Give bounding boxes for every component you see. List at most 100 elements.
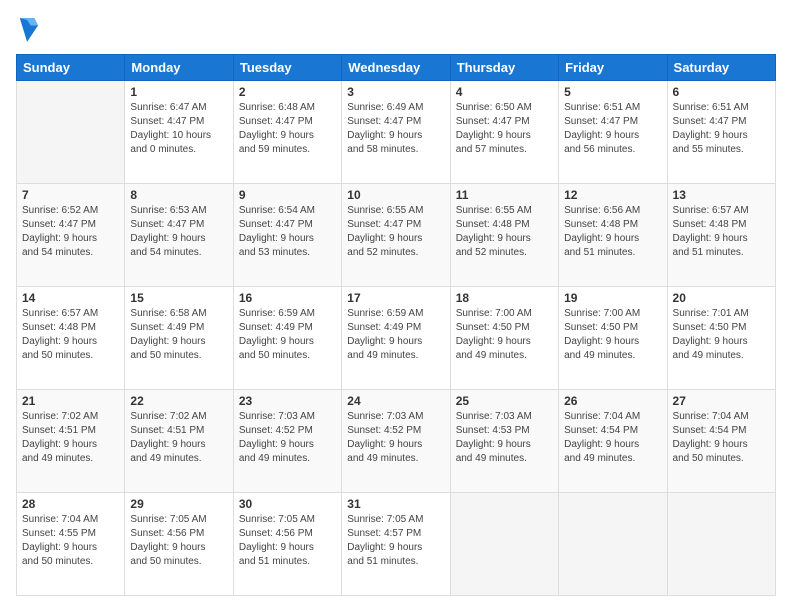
day-info: Sunrise: 7:02 AM Sunset: 4:51 PM Dayligh… [22, 410, 119, 466]
calendar-cell [17, 81, 125, 184]
day-info: Sunrise: 6:51 AM Sunset: 4:47 PM Dayligh… [673, 101, 770, 157]
day-number: 26 [564, 394, 661, 408]
calendar-cell: 9 Sunrise: 6:54 AM Sunset: 4:47 PM Daylig… [233, 184, 341, 287]
calendar-body: 1Sunrise: 6:47 AM Sunset: 4:47 PM Daylig… [17, 81, 776, 596]
day-number: 30 [239, 497, 336, 511]
day-info: Sunrise: 6:56 AM Sunset: 4:48 PM Dayligh… [564, 204, 661, 260]
calendar-cell: 21Sunrise: 7:02 AM Sunset: 4:51 PM Dayli… [17, 390, 125, 493]
day-number: 10 [347, 188, 444, 202]
day-info: Sunrise: 7:04 AM Sunset: 4:54 PM Dayligh… [673, 410, 770, 466]
calendar-cell: 29 Sunrise: 7:05 AM Sunset: 4:56 PM Dayli… [125, 493, 233, 596]
calendar-cell: 15 Sunrise: 6:58 AM Sunset: 4:49 PM Dayli… [125, 287, 233, 390]
day-number: 15 [130, 291, 227, 305]
day-info: Sunrise: 7:03 AM Sunset: 4:53 PM Dayligh… [456, 410, 553, 466]
day-info: Sunrise: 7:00 AM Sunset: 4:50 PM Dayligh… [564, 307, 661, 363]
page: SundayMondayTuesdayWednesdayThursdayFrid… [0, 0, 792, 612]
day-number: 7 [22, 188, 119, 202]
day-number: 24 [347, 394, 444, 408]
calendar-week-5: 28 Sunrise: 7:04 AM Sunset: 4:55 PM Dayli… [17, 493, 776, 596]
day-info: Sunrise: 6:48 AM Sunset: 4:47 PM Dayligh… [239, 101, 336, 157]
calendar-cell: 1Sunrise: 6:47 AM Sunset: 4:47 PM Daylig… [125, 81, 233, 184]
day-number: 31 [347, 497, 444, 511]
day-info: Sunrise: 6:57 AM Sunset: 4:48 PM Dayligh… [673, 204, 770, 260]
calendar-cell: 22 Sunrise: 7:02 AM Sunset: 4:51 PM Dayli… [125, 390, 233, 493]
calendar-cell: 13 Sunrise: 6:57 AM Sunset: 4:48 PM Dayli… [667, 184, 775, 287]
day-info: Sunrise: 6:55 AM Sunset: 4:47 PM Dayligh… [347, 204, 444, 260]
calendar-cell: 2 Sunrise: 6:48 AM Sunset: 4:47 PM Daylig… [233, 81, 341, 184]
day-number: 22 [130, 394, 227, 408]
calendar-cell [559, 493, 667, 596]
weekday-header-row: SundayMondayTuesdayWednesdayThursdayFrid… [17, 55, 776, 81]
day-number: 27 [673, 394, 770, 408]
day-info: Sunrise: 6:58 AM Sunset: 4:49 PM Dayligh… [130, 307, 227, 363]
day-info: Sunrise: 6:55 AM Sunset: 4:48 PM Dayligh… [456, 204, 553, 260]
calendar-cell: 3 Sunrise: 6:49 AM Sunset: 4:47 PM Daylig… [342, 81, 450, 184]
weekday-saturday: Saturday [667, 55, 775, 81]
weekday-wednesday: Wednesday [342, 55, 450, 81]
day-number: 6 [673, 85, 770, 99]
day-number: 2 [239, 85, 336, 99]
weekday-friday: Friday [559, 55, 667, 81]
calendar-cell: 17Sunrise: 6:59 AM Sunset: 4:49 PM Dayli… [342, 287, 450, 390]
calendar-week-4: 21Sunrise: 7:02 AM Sunset: 4:51 PM Dayli… [17, 390, 776, 493]
calendar-cell: 30 Sunrise: 7:05 AM Sunset: 4:56 PM Dayli… [233, 493, 341, 596]
calendar-cell: 27 Sunrise: 7:04 AM Sunset: 4:54 PM Dayli… [667, 390, 775, 493]
calendar-cell: 23 Sunrise: 7:03 AM Sunset: 4:52 PM Dayli… [233, 390, 341, 493]
day-number: 20 [673, 291, 770, 305]
calendar-cell: 14Sunrise: 6:57 AM Sunset: 4:48 PM Dayli… [17, 287, 125, 390]
day-number: 3 [347, 85, 444, 99]
day-number: 9 [239, 188, 336, 202]
day-info: Sunrise: 7:04 AM Sunset: 4:55 PM Dayligh… [22, 513, 119, 569]
calendar-cell: 7 Sunrise: 6:52 AM Sunset: 4:47 PM Daylig… [17, 184, 125, 287]
day-info: Sunrise: 6:49 AM Sunset: 4:47 PM Dayligh… [347, 101, 444, 157]
day-number: 19 [564, 291, 661, 305]
day-info: Sunrise: 6:50 AM Sunset: 4:47 PM Dayligh… [456, 101, 553, 157]
day-info: Sunrise: 7:05 AM Sunset: 4:57 PM Dayligh… [347, 513, 444, 569]
day-number: 25 [456, 394, 553, 408]
day-number: 29 [130, 497, 227, 511]
weekday-monday: Monday [125, 55, 233, 81]
calendar-week-1: 1Sunrise: 6:47 AM Sunset: 4:47 PM Daylig… [17, 81, 776, 184]
day-info: Sunrise: 6:53 AM Sunset: 4:47 PM Dayligh… [130, 204, 227, 260]
day-info: Sunrise: 7:05 AM Sunset: 4:56 PM Dayligh… [239, 513, 336, 569]
day-info: Sunrise: 7:03 AM Sunset: 4:52 PM Dayligh… [239, 410, 336, 466]
calendar-week-3: 14Sunrise: 6:57 AM Sunset: 4:48 PM Dayli… [17, 287, 776, 390]
calendar-cell: 24 Sunrise: 7:03 AM Sunset: 4:52 PM Dayli… [342, 390, 450, 493]
calendar-cell: 10 Sunrise: 6:55 AM Sunset: 4:47 PM Dayli… [342, 184, 450, 287]
calendar-cell: 11 Sunrise: 6:55 AM Sunset: 4:48 PM Dayli… [450, 184, 558, 287]
day-number: 16 [239, 291, 336, 305]
day-number: 28 [22, 497, 119, 511]
day-number: 12 [564, 188, 661, 202]
day-info: Sunrise: 6:52 AM Sunset: 4:47 PM Dayligh… [22, 204, 119, 260]
calendar-cell: 31 Sunrise: 7:05 AM Sunset: 4:57 PM Dayli… [342, 493, 450, 596]
day-info: Sunrise: 7:04 AM Sunset: 4:54 PM Dayligh… [564, 410, 661, 466]
day-info: Sunrise: 6:54 AM Sunset: 4:47 PM Dayligh… [239, 204, 336, 260]
day-info: Sunrise: 7:03 AM Sunset: 4:52 PM Dayligh… [347, 410, 444, 466]
day-info: Sunrise: 6:57 AM Sunset: 4:48 PM Dayligh… [22, 307, 119, 363]
header [16, 16, 776, 44]
day-number: 17 [347, 291, 444, 305]
day-number: 23 [239, 394, 336, 408]
logo-icon [18, 16, 38, 44]
day-number: 13 [673, 188, 770, 202]
calendar-cell: 4 Sunrise: 6:50 AM Sunset: 4:47 PM Daylig… [450, 81, 558, 184]
weekday-sunday: Sunday [17, 55, 125, 81]
day-number: 11 [456, 188, 553, 202]
day-number: 8 [130, 188, 227, 202]
calendar-cell [450, 493, 558, 596]
calendar-table: SundayMondayTuesdayWednesdayThursdayFrid… [16, 54, 776, 596]
calendar-cell: 12 Sunrise: 6:56 AM Sunset: 4:48 PM Dayli… [559, 184, 667, 287]
day-info: Sunrise: 7:05 AM Sunset: 4:56 PM Dayligh… [130, 513, 227, 569]
weekday-tuesday: Tuesday [233, 55, 341, 81]
calendar-cell: 6 Sunrise: 6:51 AM Sunset: 4:47 PM Daylig… [667, 81, 775, 184]
day-number: 5 [564, 85, 661, 99]
calendar-cell: 26 Sunrise: 7:04 AM Sunset: 4:54 PM Dayli… [559, 390, 667, 493]
day-info: Sunrise: 7:02 AM Sunset: 4:51 PM Dayligh… [130, 410, 227, 466]
day-number: 4 [456, 85, 553, 99]
day-info: Sunrise: 6:47 AM Sunset: 4:47 PM Dayligh… [130, 101, 227, 157]
day-number: 18 [456, 291, 553, 305]
calendar-cell [667, 493, 775, 596]
calendar-cell: 28 Sunrise: 7:04 AM Sunset: 4:55 PM Dayli… [17, 493, 125, 596]
day-info: Sunrise: 7:00 AM Sunset: 4:50 PM Dayligh… [456, 307, 553, 363]
day-info: Sunrise: 6:59 AM Sunset: 4:49 PM Dayligh… [239, 307, 336, 363]
